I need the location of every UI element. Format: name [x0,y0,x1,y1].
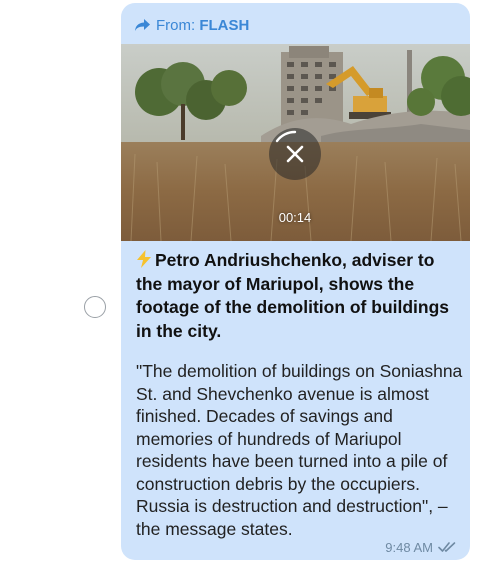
video-preview[interactable]: 00:14 [121,44,470,241]
double-check-icon [438,542,456,552]
message-time: 9:48 AM [385,539,433,555]
headline-text: Petro Andriushchenko, adviser to the may… [136,250,450,341]
message-meta: 9:48 AM [385,538,456,556]
video-duration: 00:14 [278,210,312,225]
forward-header[interactable]: From: FLASH [134,15,249,35]
lightning-emoji-icon [137,250,151,268]
forward-arrow-icon [135,19,150,31]
cancel-download-button[interactable] [269,128,321,180]
message-body: "The demolition of buildings on Soniashn… [136,361,463,539]
forward-label: From: [156,16,200,34]
message-headline: Petro Andriushchenko, adviser to the may… [136,249,462,343]
message-bubble[interactable]: From: FLASH 00:14 Petro Andriushchenko, … [121,3,470,560]
message-select-checkbox[interactable] [84,296,106,318]
forward-source-name[interactable]: FLASH [199,17,249,34]
close-icon [275,130,304,163]
